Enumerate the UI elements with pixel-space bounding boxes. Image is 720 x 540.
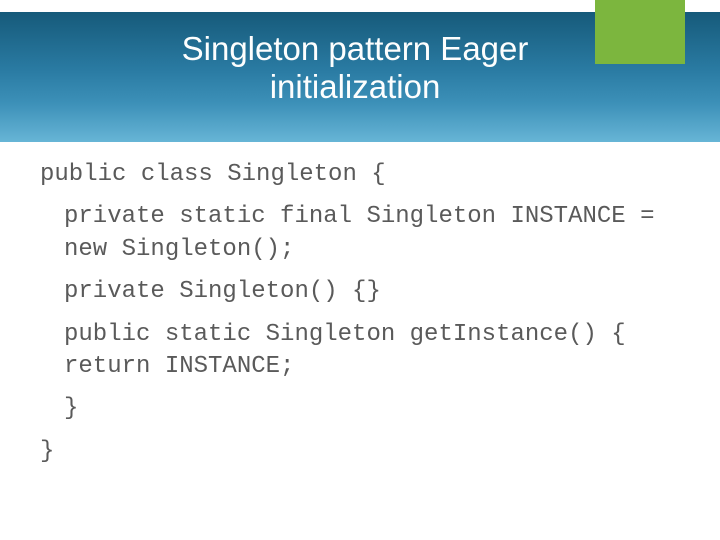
code-line: public static Singleton getInstance() { … <box>64 319 680 384</box>
slide-title: Singleton pattern Eager initialization <box>120 30 590 106</box>
code-line: private static final Singleton INSTANCE … <box>64 201 680 266</box>
code-line: private Singleton() {} <box>64 276 680 308</box>
slide: Singleton pattern Eager initialization p… <box>0 0 720 540</box>
accent-block <box>595 0 685 64</box>
code-line: } <box>40 436 680 468</box>
code-line: } <box>64 393 680 425</box>
code-block: public class Singleton { private static … <box>40 155 680 478</box>
code-line: public class Singleton { <box>40 159 680 191</box>
